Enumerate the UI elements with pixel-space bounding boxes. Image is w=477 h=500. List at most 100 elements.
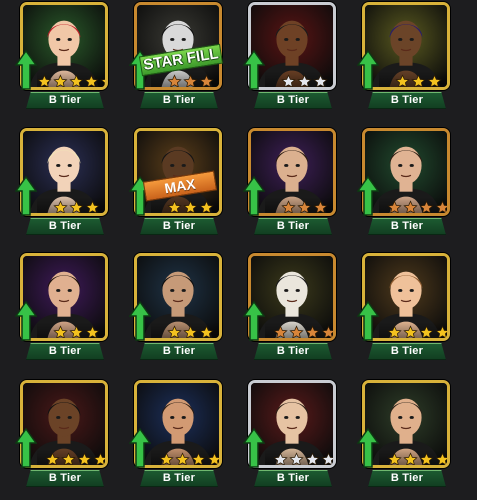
character-card[interactable]: B Tier xyxy=(357,128,454,235)
star-icon xyxy=(68,324,84,338)
star-icon xyxy=(92,451,105,465)
star-icon xyxy=(68,199,84,213)
up-arrow-icon xyxy=(243,50,265,90)
tier-badge: B Tier xyxy=(254,343,332,360)
star-rating xyxy=(37,197,105,213)
star-icon xyxy=(44,451,60,465)
star-rating xyxy=(379,449,447,465)
star-icon xyxy=(304,451,320,465)
up-arrow-icon xyxy=(243,428,265,468)
star-rating xyxy=(37,449,105,465)
star-rating xyxy=(265,449,333,465)
star-rating xyxy=(151,322,219,338)
star-icon xyxy=(174,451,190,465)
star-icon xyxy=(52,324,68,338)
star-icon xyxy=(394,73,410,87)
up-arrow-icon xyxy=(15,428,37,468)
tier-badge: B Tier xyxy=(140,470,218,487)
star-icon xyxy=(76,451,92,465)
star-icon xyxy=(198,199,214,213)
star-icon xyxy=(198,73,214,87)
star-icon xyxy=(84,199,100,213)
star-icon xyxy=(402,199,418,213)
character-card[interactable]: B Tier xyxy=(15,380,112,487)
star-rating xyxy=(379,197,447,213)
up-arrow-icon xyxy=(243,301,265,341)
tier-badge: B Tier xyxy=(26,343,104,360)
star-icon xyxy=(84,73,99,87)
star-icon xyxy=(158,451,174,465)
star-icon xyxy=(52,199,68,213)
star-icon xyxy=(288,324,304,338)
star-rating xyxy=(265,322,333,338)
up-arrow-icon xyxy=(357,176,379,216)
star-icon xyxy=(434,324,447,338)
star-rating xyxy=(151,71,219,87)
star-icon xyxy=(272,451,288,465)
up-arrow-icon xyxy=(129,301,151,341)
tier-badge: B Tier xyxy=(368,470,446,487)
character-card[interactable]: B Tier xyxy=(243,253,340,360)
star-icon xyxy=(434,199,447,213)
tier-badge: B Tier xyxy=(368,343,446,360)
star-icon xyxy=(182,199,198,213)
up-arrow-icon xyxy=(15,50,37,90)
up-arrow-icon xyxy=(357,50,379,90)
star-icon xyxy=(182,73,198,87)
up-arrow-icon xyxy=(15,176,37,216)
up-arrow-icon xyxy=(243,176,265,216)
character-card[interactable]: B Tier xyxy=(243,2,340,109)
tier-badge: B Tier xyxy=(26,470,104,487)
star-rating xyxy=(265,197,333,213)
character-grid: B Tier STAR FILL B Tier B Tier B Tier B Tier M… xyxy=(0,0,477,500)
star-icon xyxy=(37,73,52,87)
tier-badge: B Tier xyxy=(140,92,218,109)
star-icon xyxy=(402,451,418,465)
tier-badge: B Tier xyxy=(254,92,332,109)
character-card[interactable]: B Tier xyxy=(243,128,340,235)
character-card[interactable]: B Tier xyxy=(243,380,340,487)
star-icon xyxy=(426,73,442,87)
tier-badge: B Tier xyxy=(140,343,218,360)
tier-badge: B Tier xyxy=(254,470,332,487)
up-arrow-icon xyxy=(357,428,379,468)
tier-badge: B Tier xyxy=(26,218,104,235)
star-icon xyxy=(410,73,426,87)
star-icon xyxy=(288,451,304,465)
star-icon xyxy=(418,451,434,465)
character-card[interactable]: B Tier xyxy=(15,128,112,235)
character-card[interactable]: B Tier xyxy=(357,380,454,487)
star-icon xyxy=(386,451,402,465)
star-icon xyxy=(182,324,198,338)
star-icon xyxy=(312,199,328,213)
star-rating xyxy=(151,197,219,213)
star-icon xyxy=(312,73,328,87)
character-card[interactable]: B Tier xyxy=(357,253,454,360)
star-icon xyxy=(272,324,288,338)
character-card[interactable]: B Tier xyxy=(357,2,454,109)
character-card[interactable]: MAX B Tier xyxy=(129,128,226,235)
character-card[interactable]: STAR FILL B Tier xyxy=(129,2,226,109)
character-card[interactable]: B Tier xyxy=(15,2,112,109)
up-arrow-icon xyxy=(129,428,151,468)
up-arrow-icon xyxy=(357,301,379,341)
star-icon xyxy=(198,324,214,338)
star-icon xyxy=(166,199,182,213)
up-arrow-icon xyxy=(15,301,37,341)
character-card[interactable]: B Tier xyxy=(129,380,226,487)
star-icon xyxy=(386,324,402,338)
star-icon xyxy=(166,324,182,338)
star-icon xyxy=(60,451,76,465)
star-icon xyxy=(296,199,312,213)
star-icon xyxy=(280,199,296,213)
character-card[interactable]: B Tier xyxy=(15,253,112,360)
character-card[interactable]: B Tier xyxy=(129,253,226,360)
star-icon xyxy=(84,324,100,338)
star-rating xyxy=(151,449,219,465)
star-icon xyxy=(206,451,219,465)
star-icon xyxy=(296,73,312,87)
star-icon xyxy=(53,73,68,87)
star-icon xyxy=(166,73,182,87)
star-icon xyxy=(304,324,320,338)
star-rating xyxy=(37,71,105,87)
